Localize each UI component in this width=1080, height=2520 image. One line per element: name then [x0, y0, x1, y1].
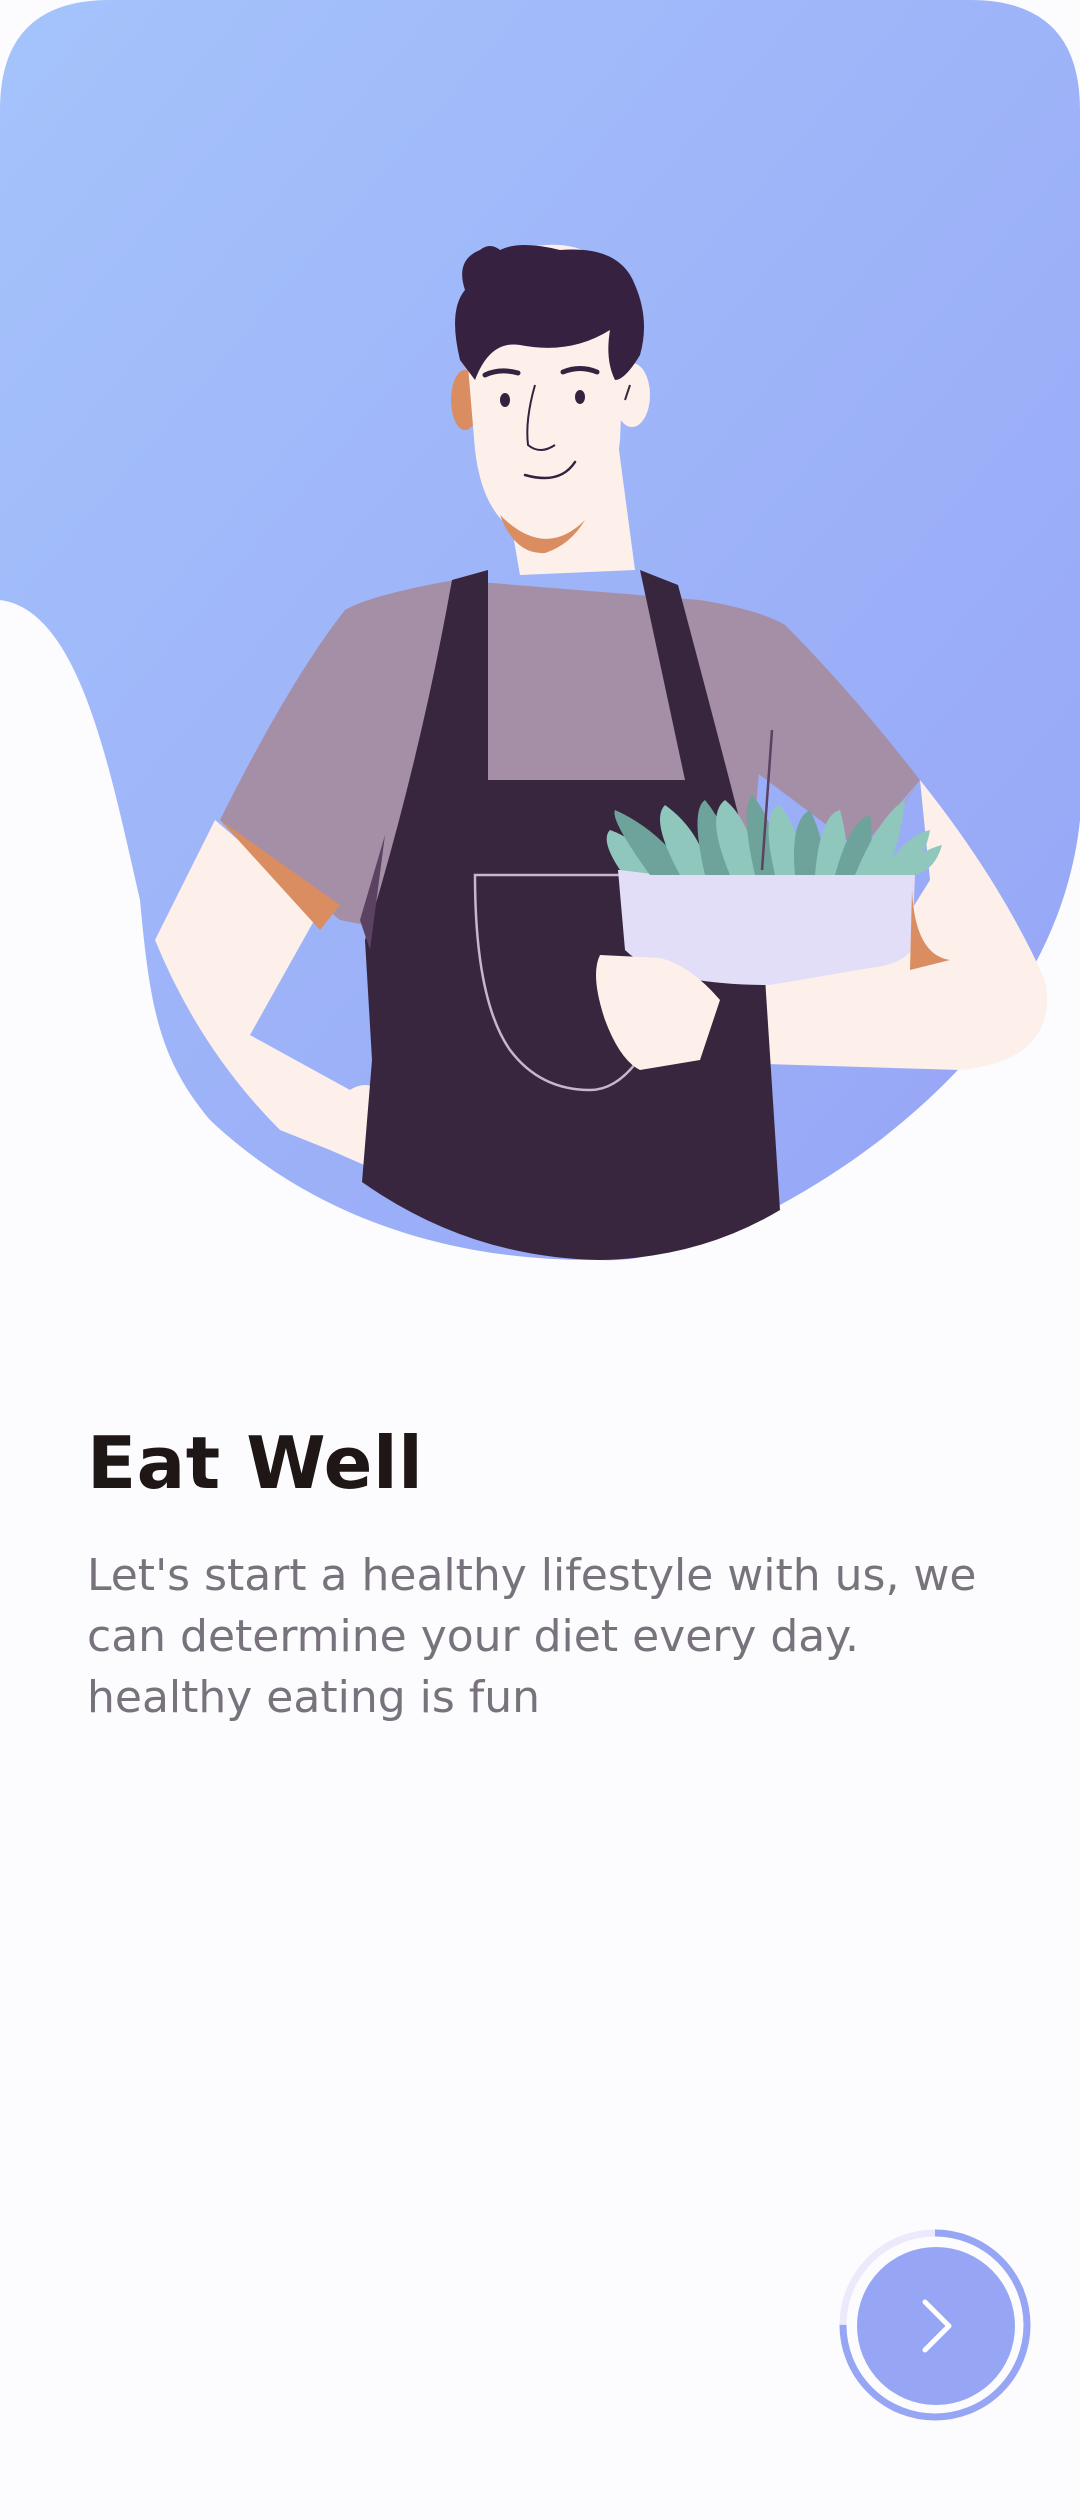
hero-illustration [0, 0, 1080, 1261]
next-button-container [835, 2225, 1035, 2425]
chevron-right-icon [922, 2299, 952, 2353]
onboarding-screen: Eat Well Let's start a healthy lifestyle… [0, 0, 1080, 2520]
onboarding-title: Eat Well [87, 1421, 424, 1505]
onboarding-description: Let's start a healthy lifestyle with us,… [87, 1550, 977, 1723]
next-button[interactable] [857, 2247, 1015, 2405]
